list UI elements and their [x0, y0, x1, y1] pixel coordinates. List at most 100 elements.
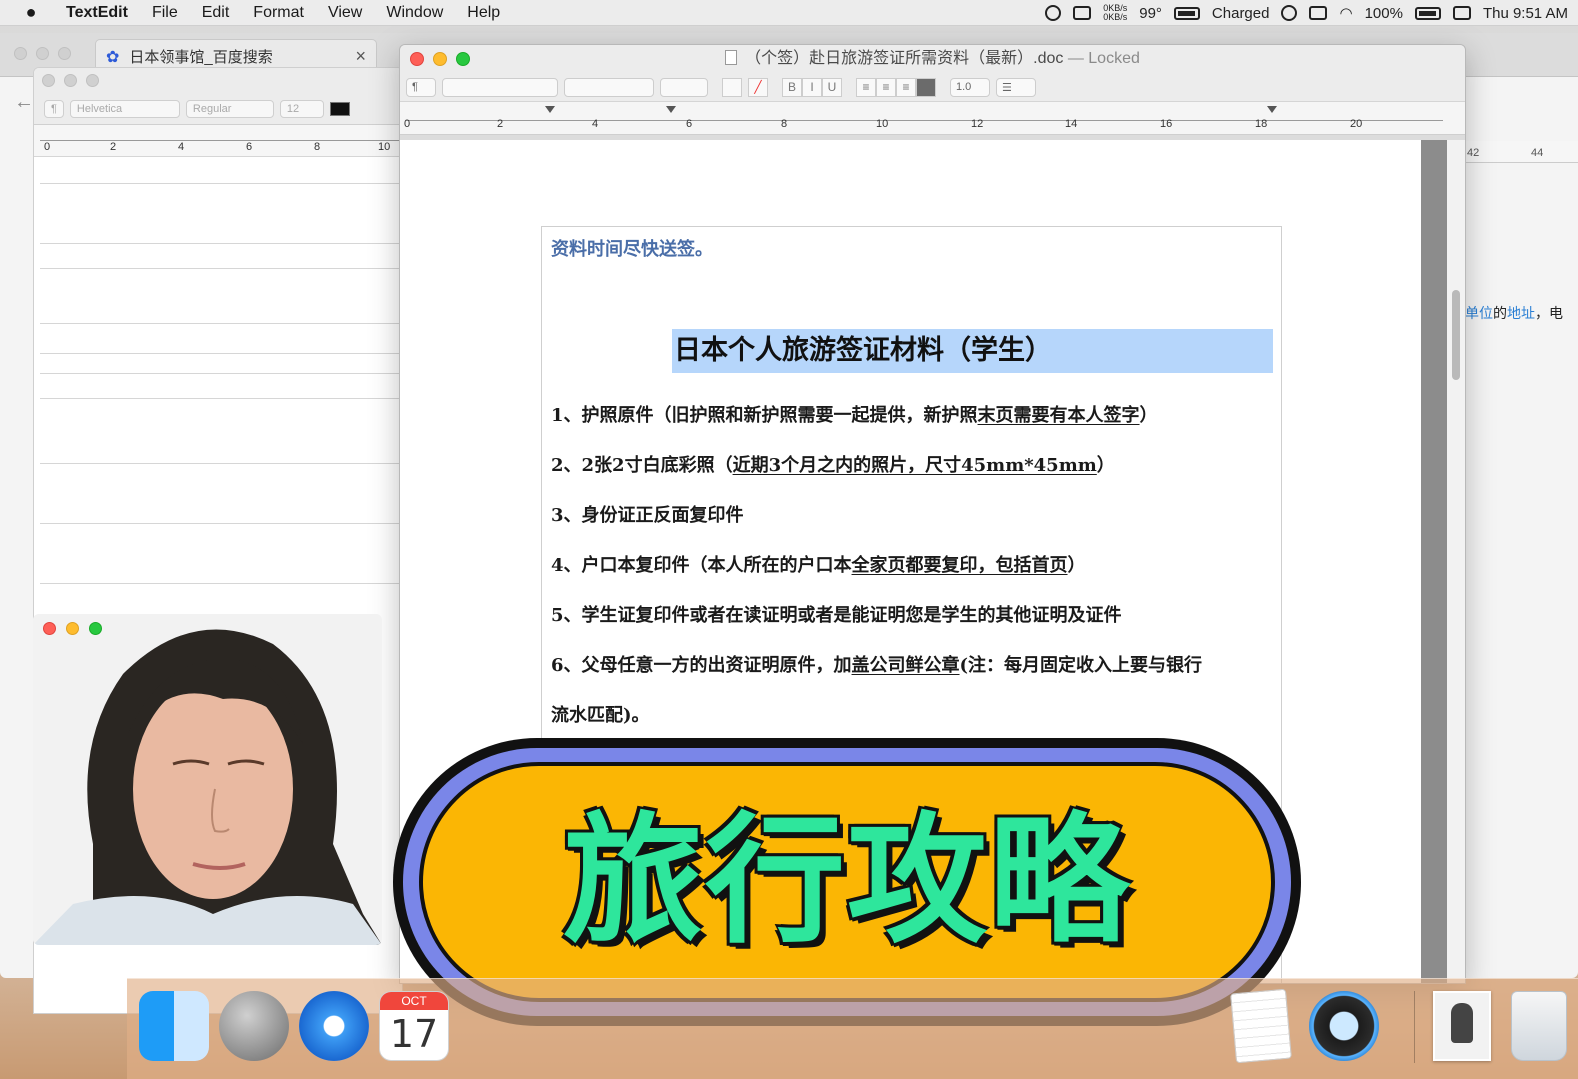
tab-close-icon[interactable]: ×	[355, 46, 366, 67]
ruler-label: 2	[110, 141, 117, 153]
webcam-close-button[interactable]	[43, 622, 56, 635]
ruler-label: 16	[1160, 118, 1173, 130]
list-item: 5、学生证复印件或者在读证明或者是能证明您是学生的其他证明及证件	[551, 605, 1122, 626]
safari-icon[interactable]	[299, 991, 369, 1061]
tab-stop-marker[interactable]	[666, 106, 676, 113]
italic-button[interactable]: I	[802, 77, 822, 97]
ruler-label: 10	[378, 141, 391, 153]
temperature[interactable]: 99°	[1139, 5, 1162, 22]
underline-button[interactable]: U	[822, 77, 842, 97]
photo-icon[interactable]	[1433, 991, 1491, 1061]
record-icon[interactable]	[1045, 5, 1062, 21]
safari-minimize-button[interactable]	[36, 47, 49, 60]
quicktime-icon[interactable]	[1309, 991, 1379, 1061]
battery-small-icon	[1173, 6, 1200, 20]
vertical-scrollbar[interactable]	[1421, 140, 1465, 983]
airplay-icon[interactable]	[1309, 6, 1328, 20]
font-family-select[interactable]: Helvetica	[69, 99, 180, 118]
wechat-icon[interactable]	[1281, 5, 1298, 21]
bold-button[interactable]: B	[782, 77, 802, 97]
main-titlebar: （个签）赴日旅游签证所需资料（最新）.doc — Locked	[400, 45, 1465, 73]
font-style-select[interactable]	[564, 77, 654, 97]
webcam-window-controls[interactable]	[43, 622, 102, 635]
line-spacing-select[interactable]: 1.0	[950, 77, 990, 97]
menu-window[interactable]: Window	[374, 4, 455, 22]
calendar-icon[interactable]: OCT 17	[379, 991, 449, 1061]
list-style-select[interactable]: ☰	[996, 77, 1036, 97]
trash-icon[interactable]	[1511, 991, 1567, 1061]
align-center-button[interactable]: ≡	[876, 77, 896, 97]
ruler-label: 2	[497, 118, 504, 130]
battery-state[interactable]: Charged	[1212, 5, 1270, 22]
font-family-select[interactable]	[442, 77, 558, 97]
left-close-button[interactable]	[42, 74, 55, 87]
font-size-select[interactable]: 12	[279, 99, 324, 118]
calendar-month: OCT	[380, 992, 448, 1010]
ruler-label: 4	[178, 141, 185, 153]
webcam-minimize-button[interactable]	[66, 622, 79, 635]
clock[interactable]: Thu 9:51 AM	[1483, 5, 1568, 22]
link-text[interactable]: 单位	[1465, 305, 1493, 321]
align-justify-button[interactable]	[916, 77, 936, 97]
format-toolbar: ¶ ╱ B I U ≡ ≡ ≡ 1.0 ☰	[400, 73, 1465, 101]
align-right-button[interactable]: ≡	[896, 77, 916, 97]
launchpad-icon[interactable]	[219, 991, 289, 1061]
locked-status[interactable]: — Locked	[1068, 50, 1140, 67]
banner-title: 旅行攻略	[562, 800, 1131, 963]
input-method-icon[interactable]	[1452, 6, 1471, 20]
close-button[interactable]	[410, 52, 424, 66]
dock: OCT 17	[127, 978, 1578, 1079]
net-down: 0KB/s	[1103, 12, 1128, 22]
menu-format[interactable]: Format	[241, 4, 316, 22]
main-window-controls[interactable]	[410, 52, 470, 66]
ruler-label: 6	[246, 141, 253, 153]
list-item: 2、2张2寸白底彩照（近期3个月之内的照片，尺寸45mm*45mm）	[551, 455, 1115, 476]
safari-zoom-button[interactable]	[58, 47, 71, 60]
webcam-zoom-button[interactable]	[89, 622, 102, 635]
menu-app-name[interactable]: TextEdit	[62, 4, 140, 22]
wifi-icon[interactable]: ◠	[1339, 4, 1352, 22]
highlight-color-button[interactable]: ╱	[748, 77, 768, 97]
top-note: 资料时间尽快送签。	[551, 239, 713, 260]
textedit-icon[interactable]	[1230, 988, 1292, 1064]
text-color-swatch[interactable]	[329, 101, 350, 116]
minimize-button[interactable]	[433, 52, 447, 66]
font-size-select[interactable]	[660, 77, 708, 97]
network-speed[interactable]: 0KB/s 0KB/s	[1103, 4, 1127, 22]
cpu-monitor-icon[interactable]	[1073, 6, 1092, 20]
menu-edit[interactable]: Edit	[190, 4, 242, 22]
menu-view[interactable]: View	[316, 4, 374, 22]
apple-menu-icon[interactable]: ●	[0, 2, 62, 23]
paragraph-style-select[interactable]: ¶	[44, 99, 64, 118]
scroll-track[interactable]	[1421, 140, 1447, 983]
font-style-select[interactable]: Regular	[185, 99, 274, 118]
right-indent-marker[interactable]	[1267, 106, 1277, 113]
left-titlebar	[34, 68, 402, 93]
menu-file[interactable]: File	[140, 4, 190, 22]
safari-close-button[interactable]	[14, 47, 27, 60]
list-item: 6、父母任意一方的出资证明原件，加盖公司鲜公章(注：每月固定收入上要与银行	[551, 655, 1203, 676]
left-minimize-button[interactable]	[64, 74, 77, 87]
status-area: 0KB/s 0KB/s 99° Charged ◠ 100% Thu 9:51 A…	[1045, 0, 1568, 26]
text-color-button[interactable]	[722, 77, 742, 97]
left-window-controls[interactable]	[42, 74, 99, 87]
ruler-label: 42	[1467, 147, 1480, 159]
safari-window-controls[interactable]	[14, 47, 71, 60]
menu-help[interactable]: Help	[455, 4, 512, 22]
scroll-thumb[interactable]	[1452, 290, 1460, 380]
dock-separator	[1414, 991, 1415, 1063]
ruler-label: 44	[1531, 147, 1544, 159]
document-icon	[725, 50, 738, 65]
left-zoom-button[interactable]	[86, 74, 99, 87]
battery-icon[interactable]	[1414, 6, 1441, 20]
ruler-label: 14	[1065, 118, 1078, 130]
finder-icon[interactable]	[139, 991, 209, 1061]
battery-percent[interactable]: 100%	[1365, 5, 1403, 22]
left-indent-marker[interactable]	[545, 106, 555, 113]
link-text[interactable]: 地址	[1507, 305, 1535, 321]
ruler-label: 18	[1255, 118, 1268, 130]
back-arrow-icon[interactable]: ←	[14, 91, 34, 114]
paragraph-style-select[interactable]: ¶	[406, 77, 436, 97]
zoom-button[interactable]	[456, 52, 470, 66]
align-left-button[interactable]: ≡	[856, 77, 876, 97]
